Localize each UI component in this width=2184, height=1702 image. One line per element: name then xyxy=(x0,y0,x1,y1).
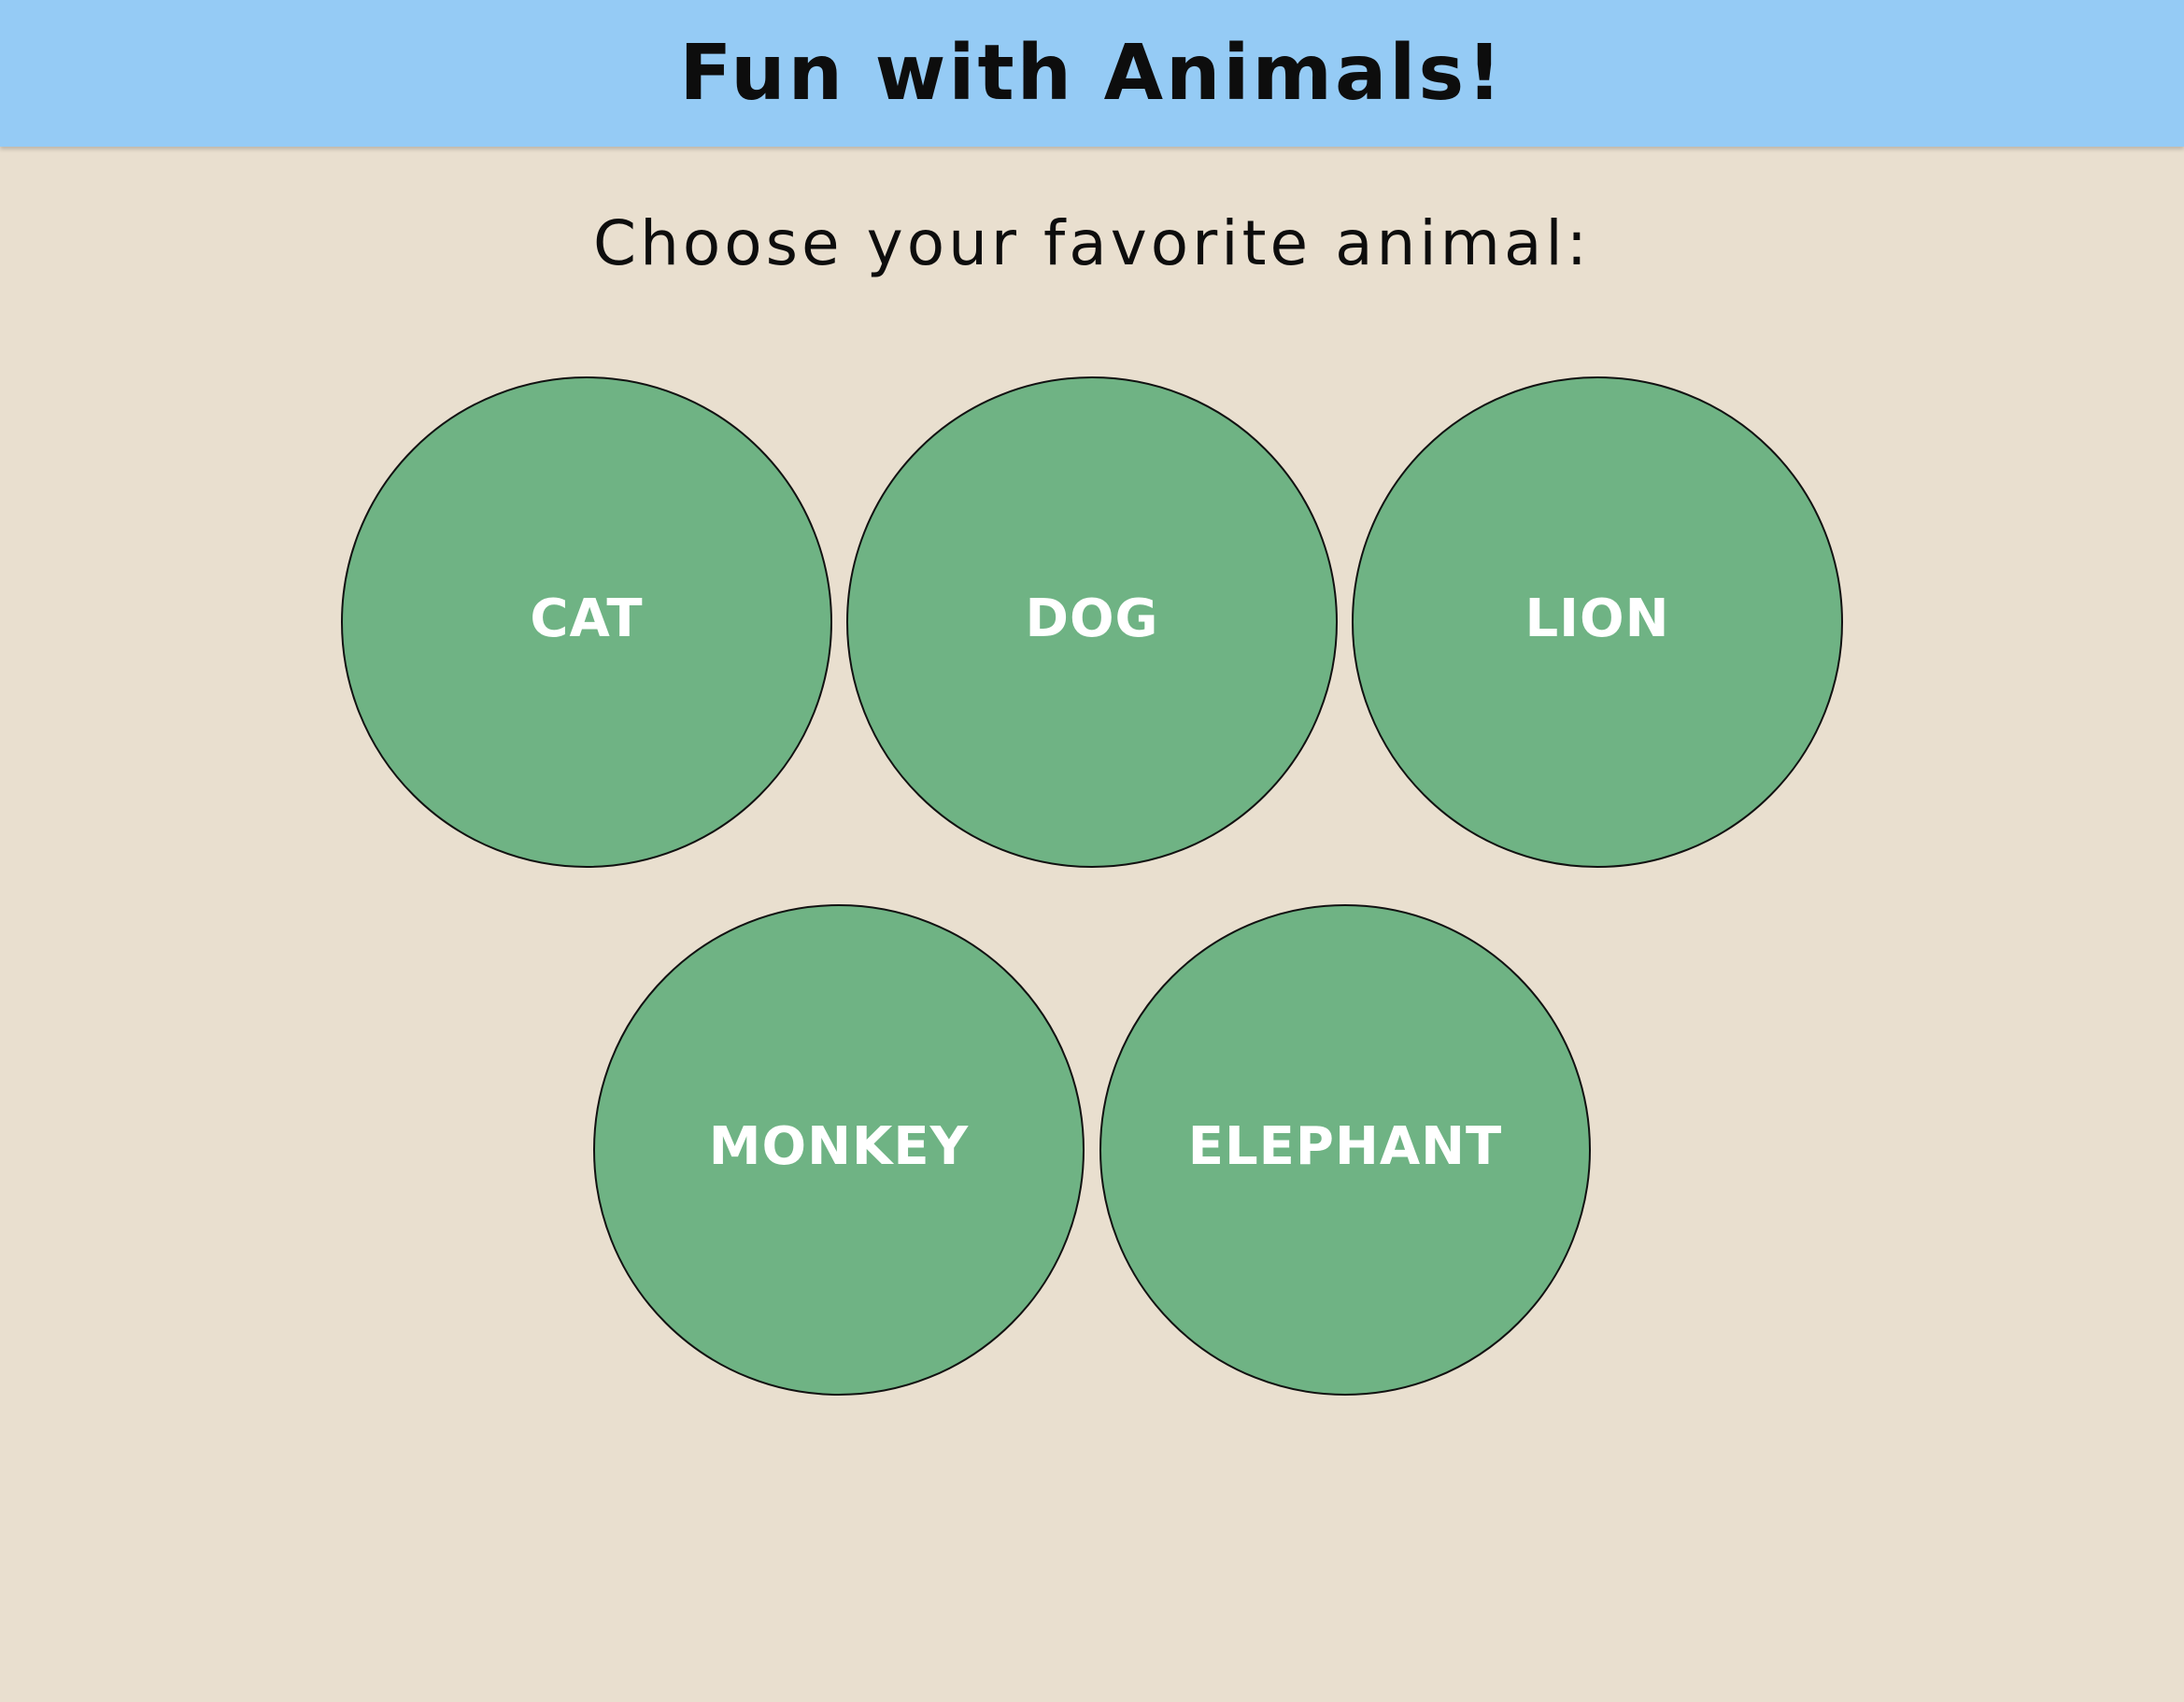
animal-button-cat[interactable]: CAT xyxy=(341,376,832,868)
animal-label: MONKEY xyxy=(708,1115,970,1177)
animal-button-dog[interactable]: DOG xyxy=(846,376,1338,868)
animal-label: CAT xyxy=(530,588,644,649)
animal-label: LION xyxy=(1525,588,1670,649)
page-header: Fun with Animals! xyxy=(0,0,2184,147)
animal-label: ELEPHANT xyxy=(1187,1115,1503,1177)
page-title: Fun with Animals! xyxy=(679,28,1505,118)
choose-animal-prompt: Choose your favorite animal: xyxy=(592,207,1591,279)
animal-button-lion[interactable]: LION xyxy=(1352,376,1843,868)
animal-button-monkey[interactable]: MONKEY xyxy=(593,904,1085,1396)
animal-label: DOG xyxy=(1025,588,1159,649)
animal-button-elephant[interactable]: ELEPHANT xyxy=(1099,904,1591,1396)
